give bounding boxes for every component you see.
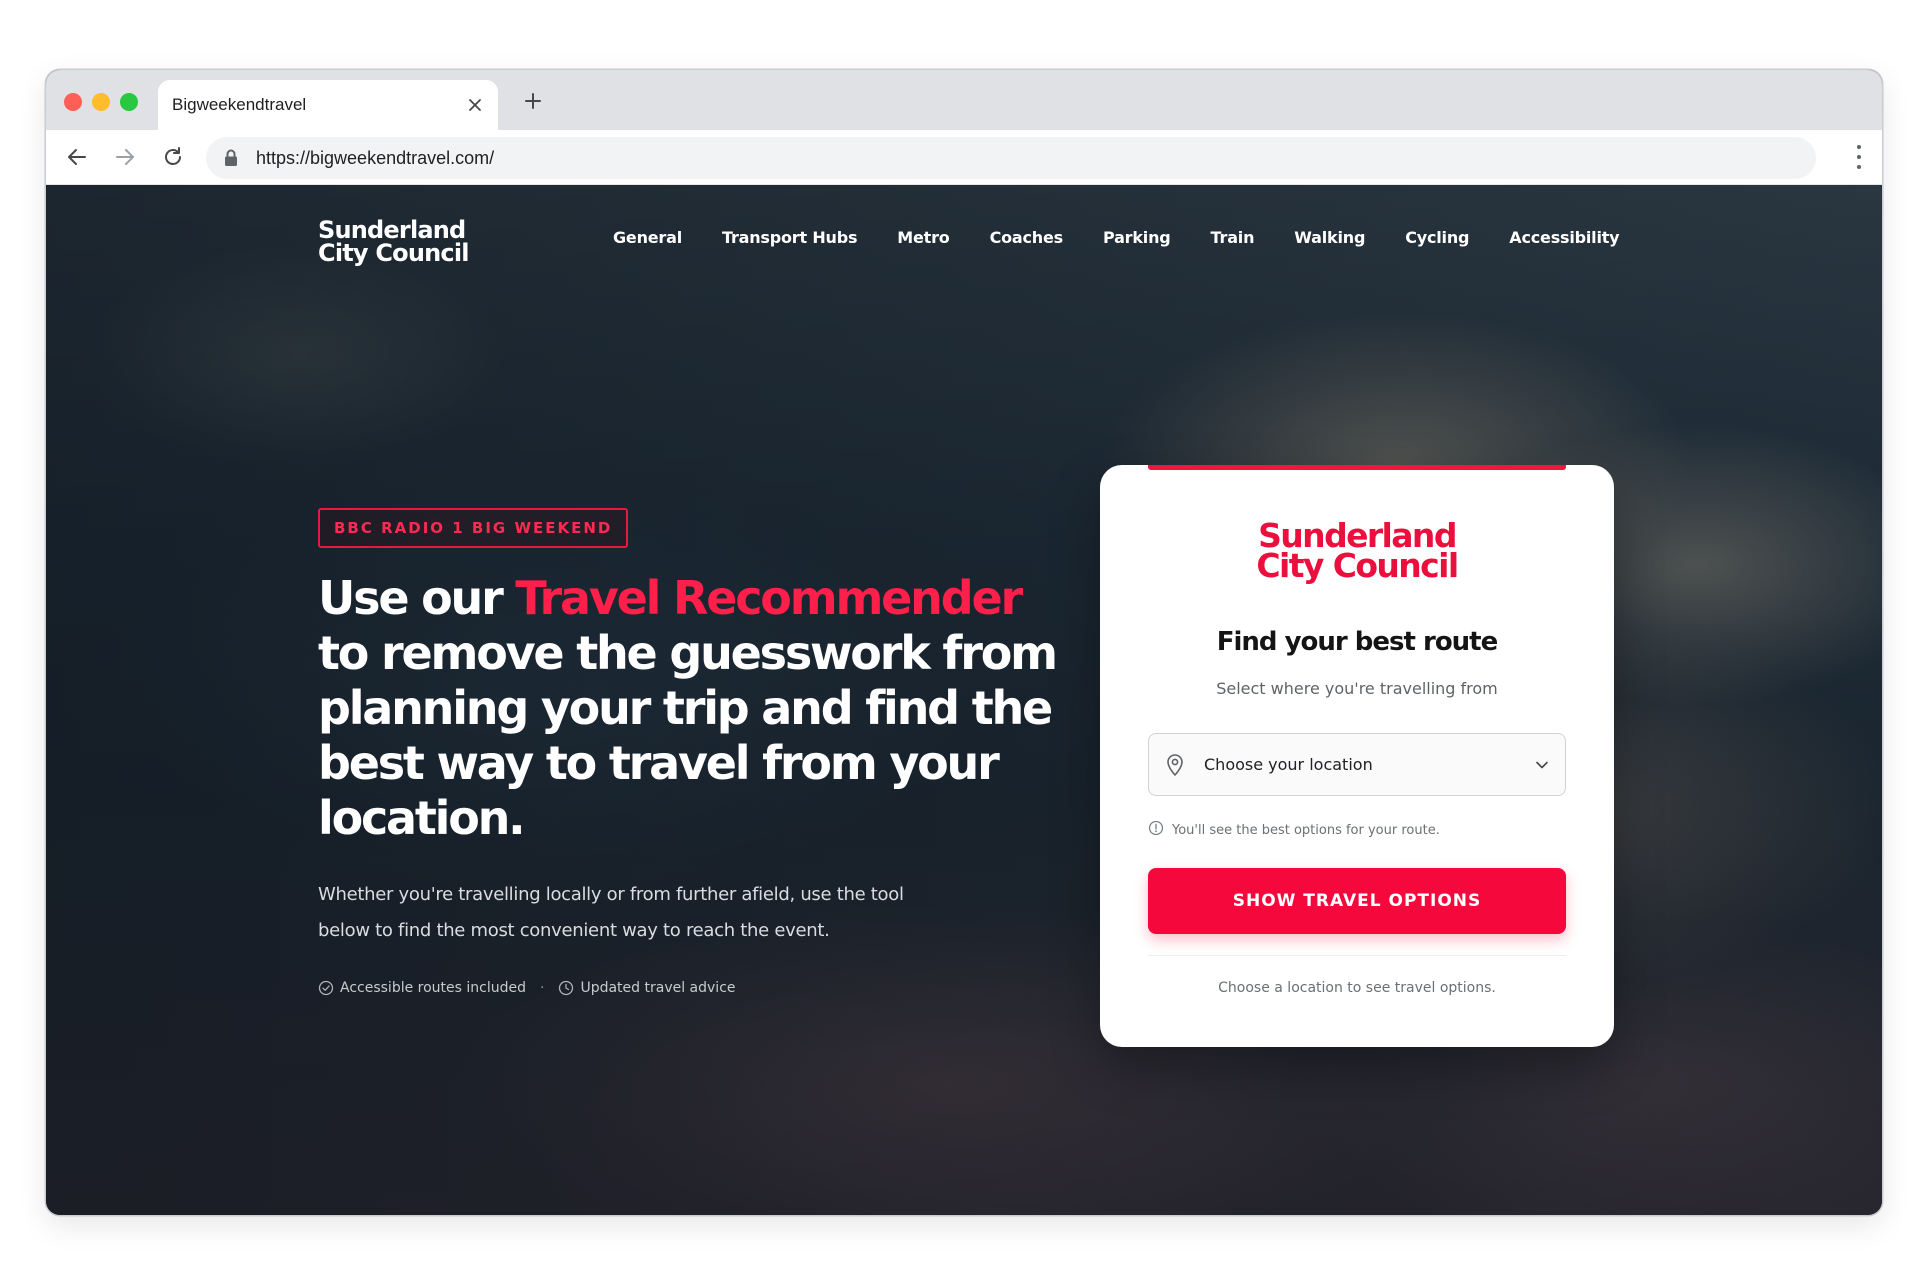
feature-item: Accessible routes included — [318, 980, 526, 996]
url-text[interactable]: https://bigweekendtravel.com/ — [256, 148, 494, 169]
maximize-window-button[interactable] — [120, 93, 138, 111]
browser-window: Bigweekendtravel https://bigweekendtrave… — [46, 70, 1882, 1215]
card-subtitle: Select where you're travelling from — [1216, 679, 1498, 698]
card-logo-line-2: City Council — [1256, 546, 1459, 585]
headline-accent: Travel Recommender — [515, 571, 1023, 625]
back-arrow-icon[interactable] — [60, 140, 94, 174]
feature-label: Accessible routes included — [340, 980, 526, 996]
event-badge: BBC RADIO 1 BIG WEEKEND — [318, 508, 629, 548]
reload-icon[interactable] — [156, 140, 190, 174]
hero-headline: Use our Travel Recommender to remove the… — [318, 571, 1058, 846]
location-select[interactable]: Choose your location — [1148, 733, 1566, 796]
browser-tab[interactable]: Bigweekendtravel — [158, 80, 498, 130]
minimize-window-button[interactable] — [92, 93, 110, 111]
feature-item: Updated travel advice — [558, 980, 736, 996]
location-pin-icon — [1165, 753, 1185, 782]
address-bar[interactable]: https://bigweekendtravel.com/ — [206, 137, 1816, 179]
feature-separator: · — [540, 980, 545, 996]
show-travel-options-button[interactable]: SHOW TRAVEL OPTIONS — [1148, 868, 1566, 934]
route-finder-card: Sunderland City Council Find your best r… — [1100, 465, 1614, 1047]
browser-toolbar: https://bigweekendtravel.com/ — [46, 130, 1882, 185]
page-content: Sunderland City Council General Transpor… — [46, 185, 1882, 1215]
feature-list: Accessible routes included · Updated tra… — [318, 980, 736, 996]
headline-rest: to remove the guesswork from planning yo… — [318, 626, 1058, 845]
feature-label: Updated travel advice — [580, 980, 736, 996]
check-circle-icon — [318, 980, 334, 996]
forward-arrow-icon[interactable] — [108, 140, 142, 174]
location-select-value: Choose your location — [1204, 755, 1373, 774]
hero-lead: Whether you're travelling locally or fro… — [318, 884, 904, 941]
headline-prefix: Use our — [318, 571, 516, 625]
route-hint-text: You'll see the best options for your rou… — [1172, 822, 1440, 838]
card-footer-text: Choose a location to see travel options. — [1218, 980, 1496, 996]
lock-icon[interactable] — [224, 149, 238, 172]
tab-title: Bigweekendtravel — [172, 95, 307, 114]
tab-bar: Bigweekendtravel — [46, 70, 1882, 130]
info-icon — [1148, 820, 1164, 840]
plus-icon[interactable] — [516, 84, 550, 118]
clock-icon — [558, 980, 574, 996]
card-logo: Sunderland City Council — [1100, 519, 1614, 585]
card-title: Find your best route — [1216, 627, 1499, 657]
close-icon[interactable] — [462, 92, 488, 118]
close-window-button[interactable] — [64, 93, 82, 111]
card-divider — [1148, 955, 1566, 956]
kebab-menu-icon[interactable] — [1854, 142, 1864, 172]
chevron-down-icon[interactable] — [1535, 758, 1549, 777]
card-accent-bar — [1148, 465, 1566, 470]
route-hint: You'll see the best options for your rou… — [1148, 820, 1440, 840]
